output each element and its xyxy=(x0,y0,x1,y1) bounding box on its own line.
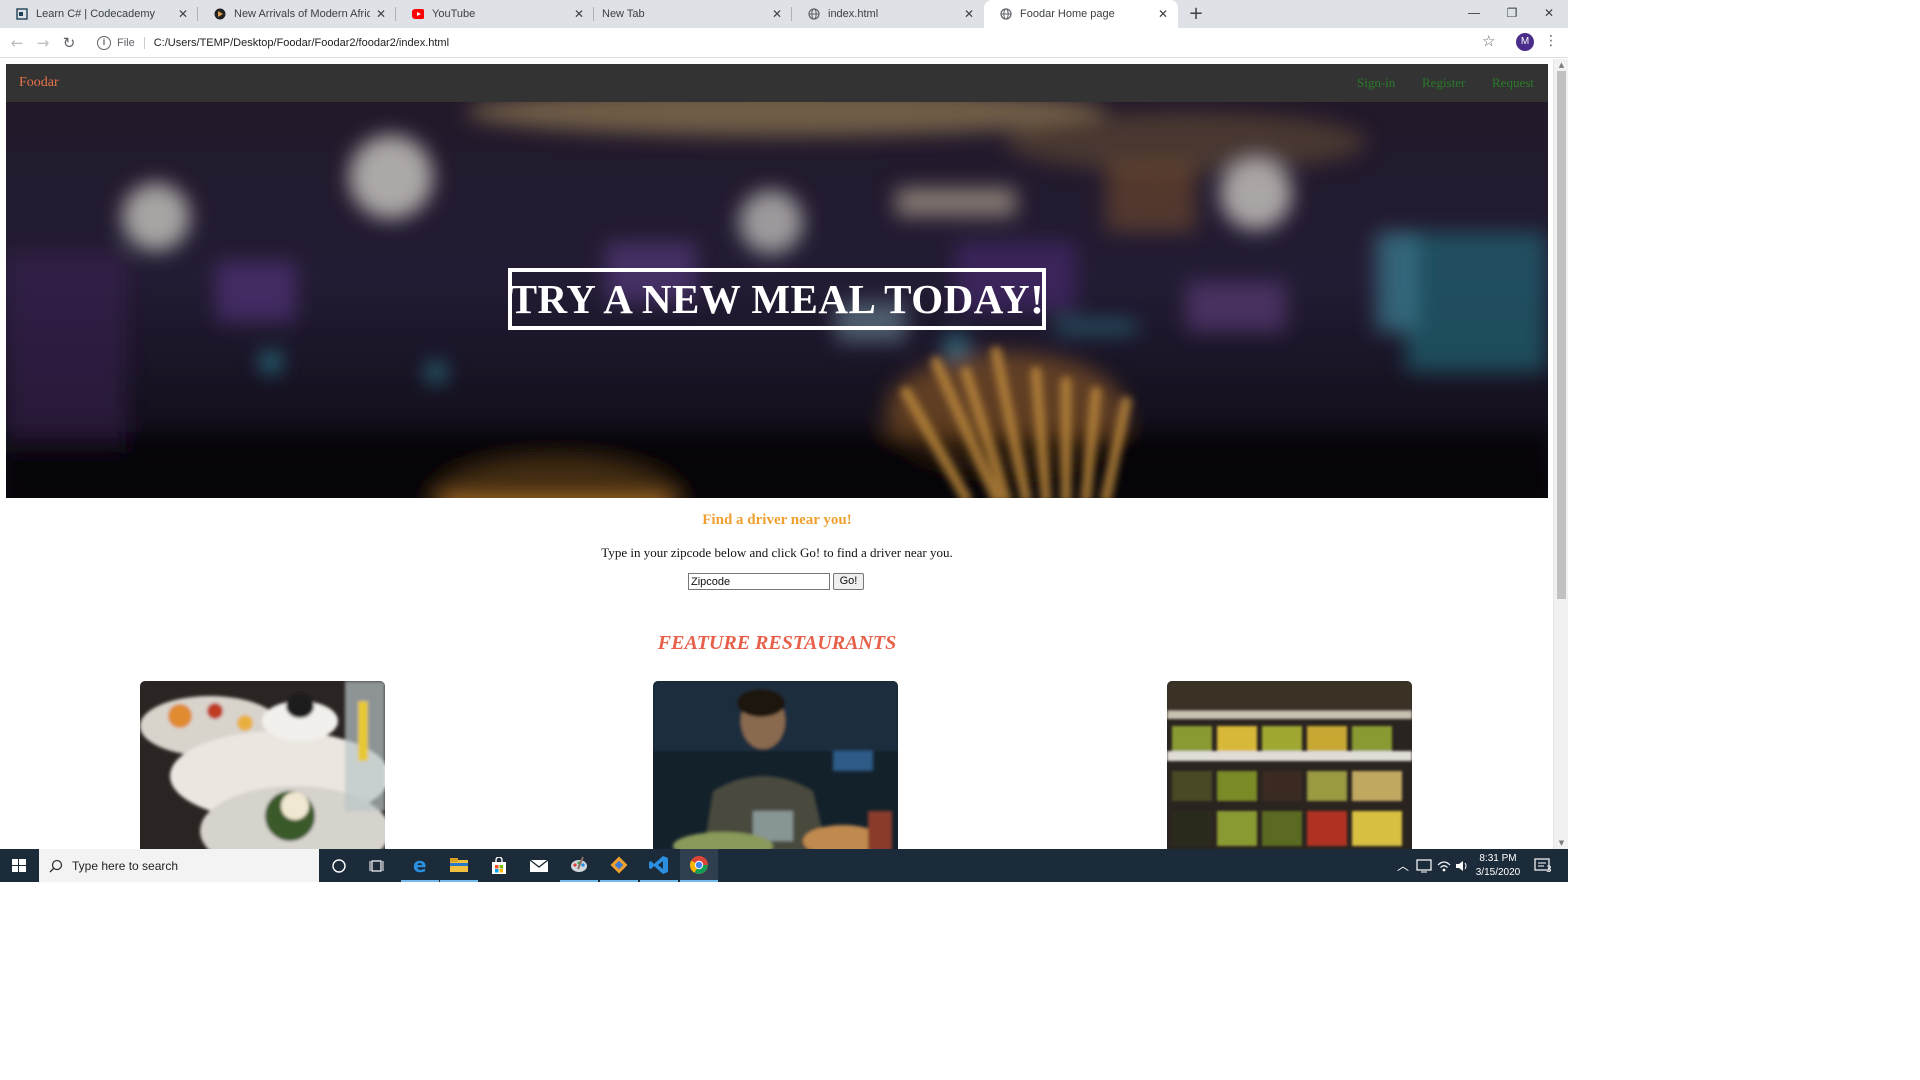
notification-count: 3 xyxy=(1546,864,1552,875)
zipcode-input[interactable] xyxy=(688,573,830,590)
globe-icon xyxy=(808,8,820,20)
nav-request[interactable]: Request xyxy=(1492,75,1534,91)
close-tab-icon[interactable]: ✕ xyxy=(176,7,190,21)
info-icon[interactable]: i xyxy=(97,36,111,50)
hero-title-box: TRY A NEW MEAL TODAY! xyxy=(508,268,1046,330)
hero-title: TRY A NEW MEAL TODAY! xyxy=(509,276,1045,322)
tab-codecademy[interactable]: Learn C# | Codecademy ✕ xyxy=(0,0,198,28)
cortana-icon[interactable] xyxy=(320,849,358,882)
tab-index-html[interactable]: index.html ✕ xyxy=(792,0,984,28)
url-text[interactable]: C:/Users/TEMP/Desktop/Foodar/Foodar2/foo… xyxy=(154,37,449,49)
brand-logo[interactable]: Foodar xyxy=(19,75,59,91)
tab-new-tab[interactable]: New Tab ✕ xyxy=(594,0,792,28)
tab-label: New Arrivals of Modern African F xyxy=(234,8,370,20)
clock-date: 3/15/2020 xyxy=(1475,867,1521,878)
browser-toolbar: ← → ↻ i File C:/Users/TEMP/Desktop/Fooda… xyxy=(0,28,1568,58)
hero-banner: TRY A NEW MEAL TODAY! xyxy=(6,102,1548,498)
svg-text:e: e xyxy=(413,855,427,875)
olive-bar-photo xyxy=(1167,681,1412,849)
paint-icon[interactable] xyxy=(560,849,598,882)
menu-kebab-icon[interactable]: ⋮ xyxy=(1544,33,1558,49)
globe-icon xyxy=(1000,8,1012,20)
scheme-label: File xyxy=(117,37,145,49)
shop-icon xyxy=(214,8,226,20)
scroll-up-icon[interactable]: ▲ xyxy=(1557,61,1566,69)
wifi-icon[interactable] xyxy=(1436,849,1452,882)
site-navbar: Foodar Sign-in Register Request xyxy=(6,64,1548,102)
minimize-icon[interactable]: ― xyxy=(1455,0,1493,28)
close-tab-icon[interactable]: ✕ xyxy=(572,7,586,21)
close-tab-icon[interactable]: ✕ xyxy=(1156,7,1170,21)
diner-man-photo xyxy=(653,681,898,849)
tab-foodar-home[interactable]: Foodar Home page ✕ xyxy=(984,0,1178,28)
scroll-down-icon[interactable]: ▼ xyxy=(1557,839,1566,847)
back-icon[interactable]: ← xyxy=(7,33,27,53)
restaurant-card-1[interactable] xyxy=(140,681,385,849)
address-bar[interactable]: i File C:/Users/TEMP/Desktop/Foodar/Food… xyxy=(88,31,1506,55)
page-scrollbar[interactable]: ▲ ▼ xyxy=(1553,59,1568,849)
tab-label: New Tab xyxy=(602,8,645,20)
close-tab-icon[interactable]: ✕ xyxy=(962,7,976,21)
find-driver-description: Type in your zipcode below and click Go!… xyxy=(601,545,953,560)
browser-tab-strip: Learn C# | Codecademy ✕ New Arrivals of … xyxy=(0,0,1568,28)
network-monitor-icon[interactable] xyxy=(1416,849,1432,882)
bookmark-star-icon[interactable]: ☆ xyxy=(1482,32,1495,50)
show-hidden-icons[interactable]: ︿ xyxy=(1397,849,1409,882)
page-viewport: Foodar Sign-in Register Request TRY A NE… xyxy=(0,59,1568,849)
tab-label: YouTube xyxy=(432,8,476,20)
forward-icon[interactable]: → xyxy=(33,33,53,53)
search-icon xyxy=(49,859,63,872)
go-button[interactable]: Go! xyxy=(833,573,864,590)
restore-icon[interactable]: ❐ xyxy=(1493,0,1531,28)
tab-label: Learn C# | Codecademy xyxy=(36,8,156,20)
brunch-plate-photo xyxy=(140,681,385,849)
tab-label: index.html xyxy=(828,8,879,20)
nav-register[interactable]: Register xyxy=(1422,75,1465,91)
sourcetree-icon[interactable] xyxy=(600,849,638,882)
chrome-icon[interactable] xyxy=(680,849,718,882)
store-icon[interactable] xyxy=(480,849,518,882)
vscode-icon[interactable] xyxy=(640,849,678,882)
codecademy-icon xyxy=(16,8,28,20)
windows-start-icon[interactable] xyxy=(0,849,38,882)
tab-label: Foodar Home page xyxy=(1020,8,1115,20)
task-view-icon[interactable] xyxy=(359,849,397,882)
find-driver-heading: Find a driver near you! xyxy=(702,512,852,528)
new-tab-button[interactable]: + xyxy=(1186,4,1206,24)
file-explorer-icon[interactable] xyxy=(440,849,478,882)
taskbar-clock[interactable]: 8:31 PM 3/15/2020 xyxy=(1466,852,1530,880)
profile-avatar[interactable]: M xyxy=(1516,33,1534,51)
youtube-icon xyxy=(412,8,424,20)
nav-sign-in[interactable]: Sign-in xyxy=(1357,75,1395,91)
featured-restaurants-heading: FEATURE RESTAURANTS xyxy=(657,632,897,654)
edge-icon[interactable]: e xyxy=(401,849,439,882)
tab-youtube[interactable]: YouTube ✕ xyxy=(396,0,594,28)
close-tab-icon[interactable]: ✕ xyxy=(770,7,784,21)
restaurant-card-2[interactable] xyxy=(653,681,898,849)
restaurant-card-3[interactable] xyxy=(1167,681,1412,849)
tab-new-arrivals[interactable]: New Arrivals of Modern African F ✕ xyxy=(198,0,396,28)
search-placeholder: Type here to search xyxy=(72,858,179,873)
taskbar-search-box[interactable]: Type here to search xyxy=(39,849,319,882)
scrollbar-thumb[interactable] xyxy=(1557,71,1566,599)
foodar-page: Foodar Sign-in Register Request TRY A NE… xyxy=(6,64,1548,849)
clock-time: 8:31 PM xyxy=(1479,853,1517,864)
reload-icon[interactable]: ↻ xyxy=(59,33,79,53)
windows-taskbar: Type here to search e ︿ 8:31 PM 3/15/202… xyxy=(0,849,1568,882)
close-tab-icon[interactable]: ✕ xyxy=(374,7,388,21)
mail-icon[interactable] xyxy=(520,849,558,882)
close-window-icon[interactable]: ✕ xyxy=(1530,0,1568,28)
notifications-icon[interactable]: 3 xyxy=(1534,849,1552,882)
